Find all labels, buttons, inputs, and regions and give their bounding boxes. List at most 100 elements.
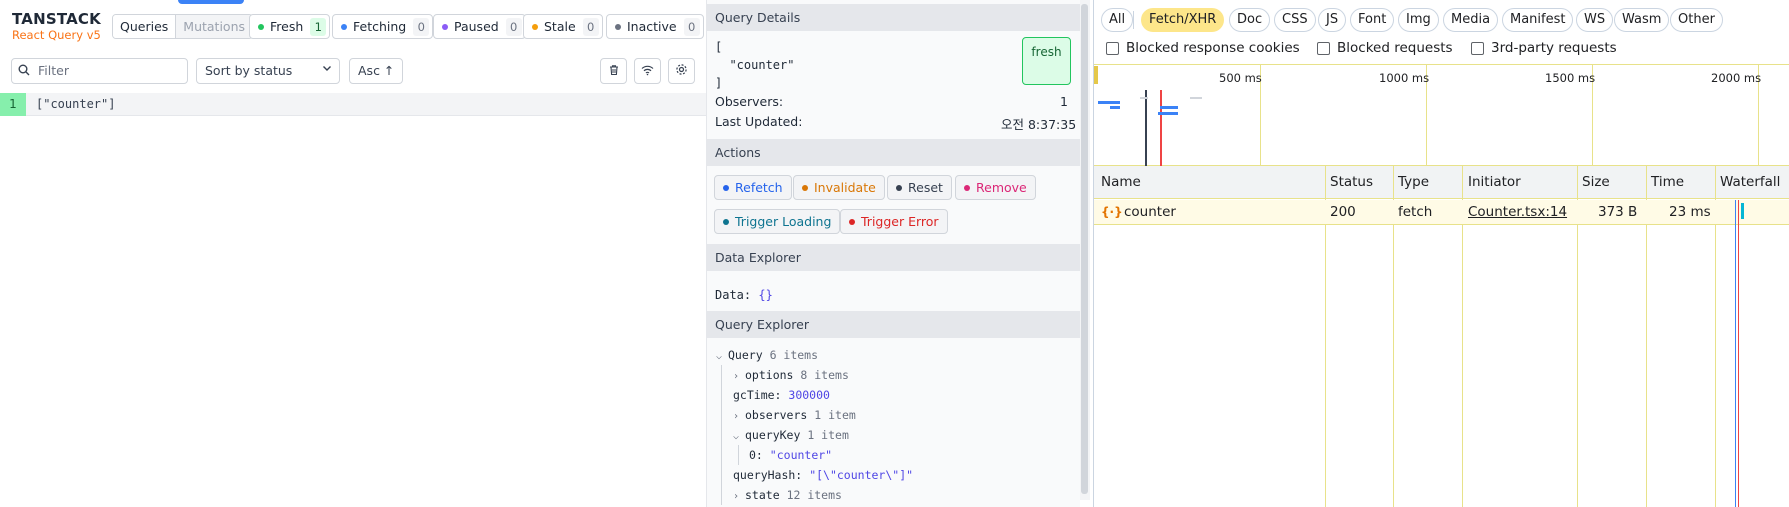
trigger-loading-button[interactable]: Trigger Loading xyxy=(714,209,841,234)
status-chip-paused[interactable]: Paused 0 xyxy=(433,14,526,39)
checkbox-label: 3rd-party requests xyxy=(1491,40,1617,56)
tree-node-options[interactable]: › options 8 items xyxy=(733,365,849,387)
tree-node-query[interactable]: ⌵ Query 6 items xyxy=(716,345,818,367)
column-name[interactable]: Name xyxy=(1101,166,1141,199)
request-size: 373 B xyxy=(1598,204,1638,220)
remove-button[interactable]: Remove xyxy=(955,175,1036,200)
tree-value: "[\"counter\"]" xyxy=(809,468,914,482)
view-tabs: Queries Mutations xyxy=(112,14,254,39)
dom-content-loaded-marker xyxy=(1145,90,1147,166)
tree-key: 0: xyxy=(749,448,763,462)
checkbox-box[interactable] xyxy=(1106,41,1119,55)
chevron-right-icon: › xyxy=(733,411,740,422)
request-name[interactable]: counter xyxy=(1124,200,1176,225)
sort-select[interactable]: Sort by status xyxy=(196,58,340,84)
filter-manifest[interactable]: Manifest xyxy=(1502,8,1574,32)
tab-mutations[interactable]: Mutations xyxy=(176,15,253,38)
status-chip-inactive[interactable]: Inactive 0 xyxy=(606,14,704,39)
stale-dot-icon xyxy=(532,23,538,30)
invalidate-button[interactable]: Invalidate xyxy=(793,175,885,200)
brand-name: TANSTACK xyxy=(12,10,101,28)
filter-wasm[interactable]: Wasm xyxy=(1614,8,1670,32)
fetch-type-icon: {·} xyxy=(1101,205,1123,219)
data-label: Data: xyxy=(715,288,752,302)
query-details-header: Query Details xyxy=(706,4,1080,31)
filter-ws[interactable]: WS xyxy=(1576,8,1614,32)
filter-divider xyxy=(1133,11,1134,29)
tree-key: observers xyxy=(745,408,808,422)
query-observer-count: 1 xyxy=(0,93,26,116)
tree-guide xyxy=(738,445,739,465)
filter-js[interactable]: JS xyxy=(1318,8,1347,32)
column-status[interactable]: Status xyxy=(1330,166,1373,199)
query-key[interactable]: ["counter"] xyxy=(36,93,115,116)
filter-font[interactable]: Font xyxy=(1350,8,1395,32)
chip-label: Inactive xyxy=(627,19,677,34)
tree-meta: 12 items xyxy=(786,488,842,502)
last-updated-label: Last Updated: xyxy=(715,114,803,129)
filter-doc[interactable]: Doc xyxy=(1229,8,1271,32)
tree-node-querykey[interactable]: ⌵ queryKey 1 item xyxy=(733,425,849,447)
column-type[interactable]: Type xyxy=(1398,166,1429,199)
sort-order-button[interactable]: Asc ↑ xyxy=(349,58,403,84)
tree-meta: 8 items xyxy=(800,368,849,382)
timeline-label: 1000 ms xyxy=(1379,71,1430,85)
chevron-right-icon: › xyxy=(733,491,740,502)
checkbox-blocked-cookies[interactable]: Blocked response cookies xyxy=(1106,40,1300,56)
column-waterfall[interactable]: Waterfall xyxy=(1720,166,1780,199)
request-initiator-link[interactable]: Counter.tsx:14 xyxy=(1468,200,1567,225)
filter-other[interactable]: Other xyxy=(1670,8,1723,32)
tree-node-observers[interactable]: › observers 1 item xyxy=(733,405,856,427)
chevron-down-icon: ⌵ xyxy=(716,351,723,362)
request-time: 23 ms xyxy=(1669,204,1711,220)
timeline-label: 2000 ms xyxy=(1711,71,1762,85)
remove-dot-icon xyxy=(964,184,970,191)
filter-all[interactable]: All xyxy=(1101,8,1134,32)
tree-node-querykey-0: 0: "counter" xyxy=(749,445,832,465)
column-size[interactable]: Size xyxy=(1582,166,1610,199)
chip-label: Fresh xyxy=(270,19,304,34)
chip-count: 0 xyxy=(505,17,522,36)
tree-key: state xyxy=(745,488,780,502)
offline-toggle-button[interactable] xyxy=(634,58,661,84)
checkbox-label: Blocked requests xyxy=(1337,40,1453,56)
chevron-down-icon: ⌵ xyxy=(733,431,740,442)
tree-node-state[interactable]: › state 12 items xyxy=(733,485,842,507)
settings-button[interactable] xyxy=(668,58,695,84)
tab-queries[interactable]: Queries xyxy=(113,15,177,38)
chip-count: 1 xyxy=(310,17,327,36)
tree-key: queryHash: xyxy=(733,468,803,482)
load-event-marker xyxy=(1160,90,1162,166)
status-chip-fetching[interactable]: Fetching 0 xyxy=(332,14,434,39)
paused-dot-icon xyxy=(442,23,448,30)
filter-css[interactable]: CSS xyxy=(1274,8,1316,32)
actions-header: Actions xyxy=(706,139,1080,166)
tree-meta: 1 item xyxy=(807,428,849,442)
trigger-error-dot-icon xyxy=(849,218,855,225)
filter-img[interactable]: Img xyxy=(1398,8,1439,32)
reset-button[interactable]: Reset xyxy=(887,175,952,200)
filter-fetch-xhr[interactable]: Fetch/XHR xyxy=(1141,8,1225,32)
tree-node-queryhash: queryHash: "[\"counter\"]" xyxy=(733,465,913,485)
checkbox-box[interactable] xyxy=(1317,41,1330,55)
chip-count: 0 xyxy=(683,17,700,36)
checkbox-blocked-requests[interactable]: Blocked requests xyxy=(1317,40,1453,56)
filter-media[interactable]: Media xyxy=(1443,8,1499,32)
refetch-button[interactable]: Refetch xyxy=(714,175,792,200)
timeline-bar xyxy=(1098,101,1120,104)
filter-input[interactable]: Filter xyxy=(11,58,188,84)
trigger-error-button[interactable]: Trigger Error xyxy=(840,209,948,234)
status-chip-fresh[interactable]: Fresh 1 xyxy=(249,14,331,39)
timeline-selection-handle[interactable] xyxy=(1094,66,1098,84)
checkbox-third-party[interactable]: 3rd-party requests xyxy=(1471,40,1617,56)
column-initiator[interactable]: Initiator xyxy=(1468,166,1521,199)
status-chip-stale[interactable]: Stale 0 xyxy=(523,14,603,39)
checkbox-box[interactable] xyxy=(1471,41,1484,55)
tree-key: options xyxy=(745,368,794,382)
chip-label: Stale xyxy=(544,19,576,34)
column-time[interactable]: Time xyxy=(1651,166,1684,199)
timeline-overview[interactable] xyxy=(1094,64,1789,166)
details-scrollbar-thumb[interactable] xyxy=(1081,4,1088,494)
clear-cache-button[interactable] xyxy=(600,58,627,84)
refetch-dot-icon xyxy=(723,184,729,191)
